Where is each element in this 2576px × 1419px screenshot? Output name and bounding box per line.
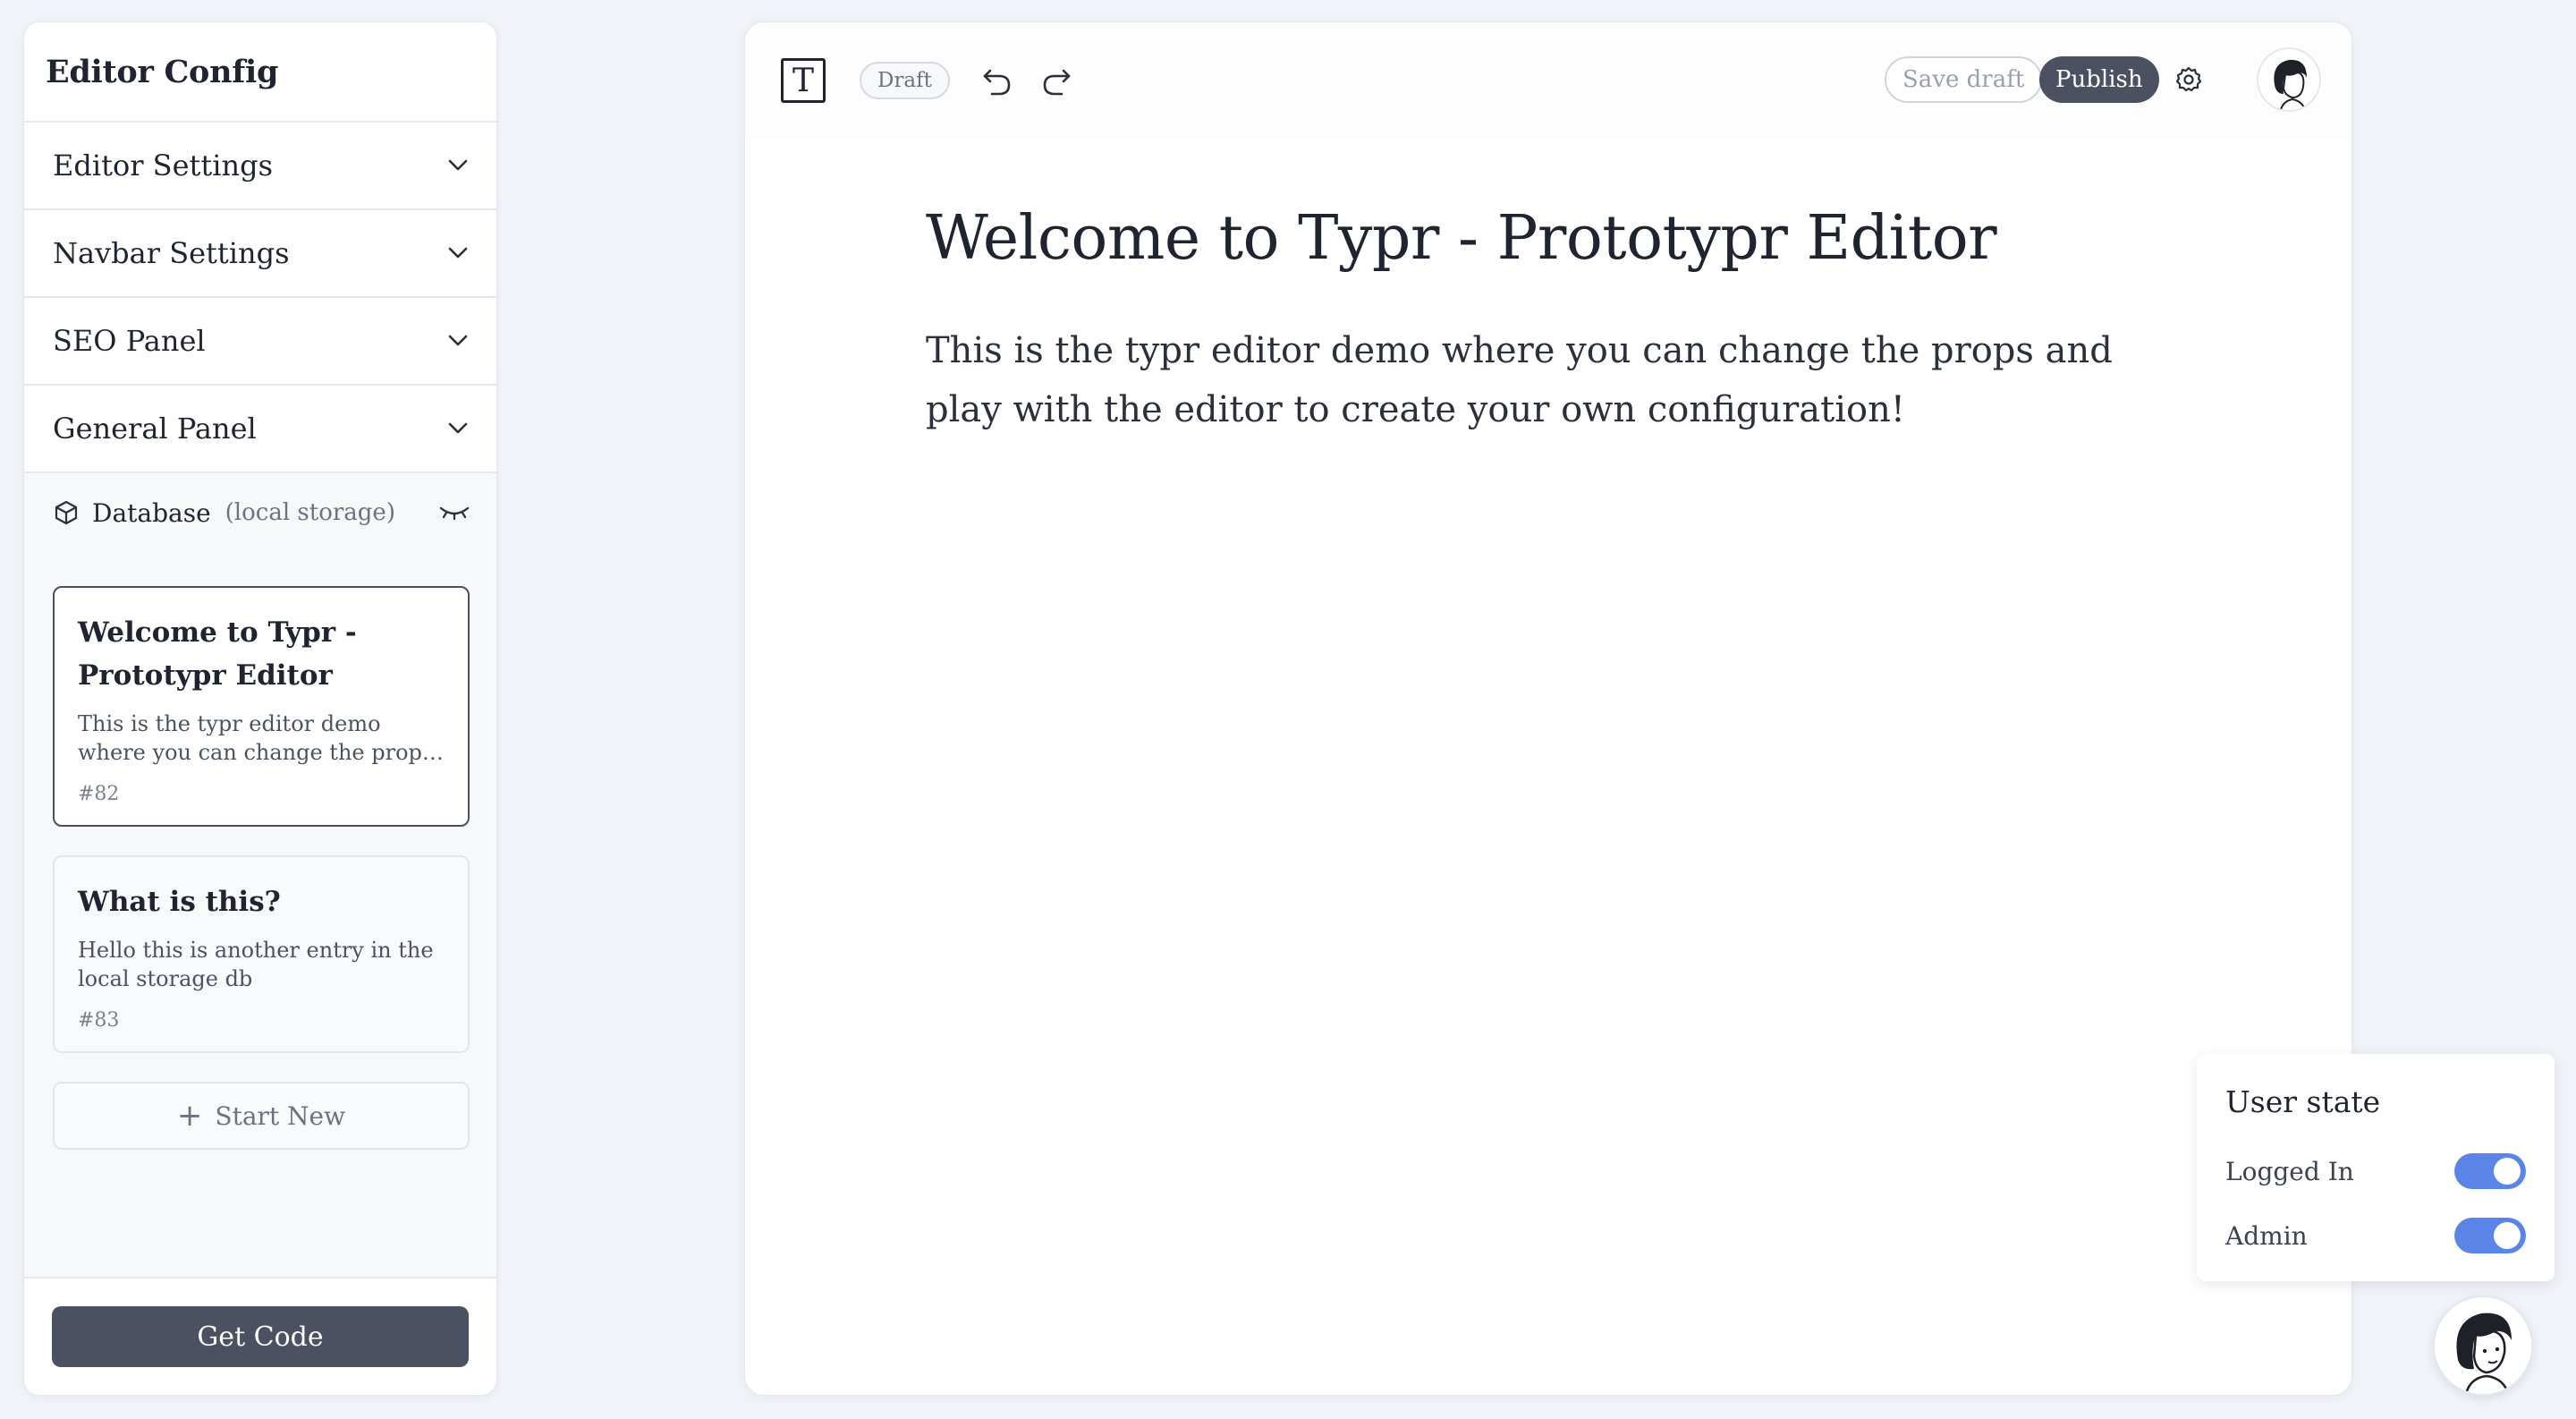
entries-list: Welcome to Typr - Prototypr Editor This … [24, 550, 496, 1277]
editor-panel: T Draft Save draft Publish Welcome to Ty… [744, 21, 2352, 1396]
config-sidebar: Editor Config Editor Settings Navbar Set… [23, 21, 497, 1396]
database-label: Database [92, 497, 211, 528]
accordion-label: General Panel [53, 412, 257, 446]
user-state-avatar-button[interactable] [2433, 1296, 2533, 1396]
accordion-editor-settings[interactable]: Editor Settings [24, 123, 496, 210]
logged-in-row: Logged In [2225, 1153, 2526, 1189]
database-toggle-row[interactable]: Database (local storage) [24, 473, 496, 554]
save-draft-button[interactable]: Save draft [1885, 56, 2043, 103]
entry-excerpt: This is the typr editor demo where you c… [78, 711, 434, 765]
chevron-down-icon [448, 247, 468, 259]
typr-logo: T [781, 58, 826, 103]
accordion-navbar-settings[interactable]: Navbar Settings [24, 210, 496, 298]
chevron-down-icon [448, 335, 468, 346]
editor-toolbar: T Draft Save draft Publish [745, 22, 2351, 139]
accordion-seo-panel[interactable]: SEO Panel [24, 298, 496, 386]
gear-icon[interactable] [2174, 65, 2203, 94]
eye-closed-icon[interactable] [439, 505, 470, 521]
entry-card[interactable]: Welcome to Typr - Prototypr Editor This … [53, 586, 470, 827]
entry-id: #82 [78, 783, 120, 805]
document-title[interactable]: Welcome to Typr - Prototypr Editor [926, 201, 2178, 276]
accordion-label: SEO Panel [53, 324, 206, 358]
toggle-knob [2494, 1222, 2521, 1249]
start-new-label: Start New [215, 1100, 346, 1131]
user-state-panel: User state Logged In Admin [2197, 1054, 2555, 1281]
entry-title: Welcome to Typr - Prototypr Editor [78, 616, 357, 692]
logged-in-toggle[interactable] [2454, 1153, 2526, 1189]
database-sublabel: (local storage) [225, 499, 395, 526]
chevron-down-icon [448, 159, 468, 171]
status-badge: Draft [860, 62, 950, 99]
start-new-button[interactable]: + Start New [53, 1082, 470, 1150]
plus-icon: + [176, 1098, 203, 1134]
toggle-label: Admin [2225, 1220, 2308, 1251]
document-content[interactable]: Welcome to Typr - Prototypr Editor This … [926, 201, 2178, 439]
publish-button[interactable]: Publish [2039, 56, 2159, 103]
undo-icon[interactable] [979, 64, 1015, 99]
entry-card[interactable]: What is this? Hello this is another entr… [53, 855, 470, 1053]
accordion-label: Navbar Settings [53, 236, 290, 270]
redo-icon[interactable] [1038, 64, 1074, 99]
sidebar-title: Editor Config [46, 53, 279, 90]
cube-icon [55, 500, 78, 525]
entry-title: What is this? [78, 886, 281, 918]
get-code-button[interactable]: Get Code [52, 1306, 469, 1367]
document-body[interactable]: This is the typr editor demo where you c… [926, 321, 2178, 439]
toggle-knob [2494, 1158, 2521, 1185]
chevron-down-icon [448, 422, 468, 434]
sidebar-header: Editor Config [24, 22, 496, 123]
entry-excerpt: Hello this is another entry in the local… [78, 938, 434, 991]
entry-id: #83 [78, 1009, 120, 1032]
sidebar-footer: Get Code [24, 1277, 496, 1395]
accordion-label: Editor Settings [53, 149, 273, 183]
user-avatar-illustration [2435, 1297, 2531, 1394]
admin-toggle[interactable] [2454, 1218, 2526, 1253]
accordion-general-panel[interactable]: General Panel [24, 386, 496, 473]
admin-row: Admin [2225, 1218, 2526, 1253]
toggle-label: Logged In [2225, 1156, 2354, 1186]
user-avatar-illustration [2258, 49, 2319, 110]
user-state-title: User state [2225, 1084, 2381, 1119]
avatar[interactable] [2257, 47, 2321, 112]
